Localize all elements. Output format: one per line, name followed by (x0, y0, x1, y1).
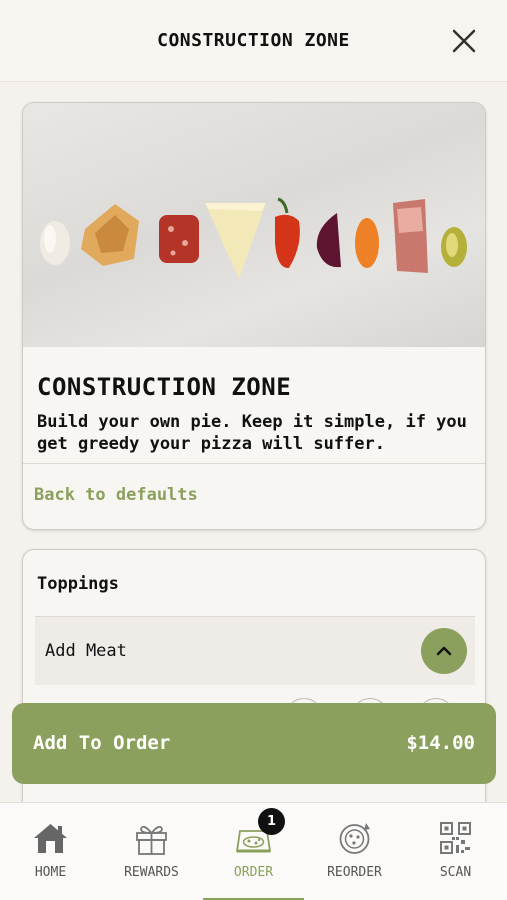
toppings-heading: Toppings (37, 574, 119, 594)
tab-order[interactable]: ORDER (203, 803, 304, 900)
tab-rewards-label: REWARDS (124, 865, 179, 880)
add-to-order-button[interactable]: Add To Order $14.00 (12, 703, 496, 784)
chevron-up-icon (436, 646, 452, 656)
product-card: CONSTRUCTION ZONE Build your own pie. Ke… (22, 102, 486, 530)
tab-order-label: ORDER (233, 865, 274, 880)
tab-home-label: HOME (34, 865, 67, 880)
product-title: CONSTRUCTION ZONE (37, 373, 292, 401)
tab-scan[interactable]: SCAN (405, 803, 506, 900)
tab-reorder-label: REORDER (327, 865, 382, 880)
qr-code-icon (440, 822, 471, 854)
tab-reorder[interactable]: REORDER (304, 803, 405, 900)
tab-home[interactable]: HOME (0, 803, 101, 900)
add-meat-accordion[interactable]: Add Meat (35, 617, 475, 685)
gift-icon (136, 825, 167, 855)
close-button[interactable] (449, 26, 479, 56)
page-title: CONSTRUCTION ZONE (157, 30, 350, 51)
reorder-icon (339, 823, 370, 854)
order-price: $14.00 (406, 732, 475, 754)
header: CONSTRUCTION ZONE (0, 0, 507, 82)
product-description: Build your own pie. Keep it simple, if y… (37, 412, 467, 454)
tab-rewards[interactable]: REWARDS (101, 803, 202, 900)
divider (23, 463, 485, 464)
add-meat-label: Add Meat (45, 641, 127, 661)
collapse-button[interactable] (421, 628, 467, 674)
close-icon (452, 29, 476, 53)
bottom-tab-bar: HOME REWARDS ORDER REORDER SCAN (0, 802, 507, 900)
back-to-defaults-link[interactable]: Back to defaults (34, 485, 198, 505)
tab-scan-label: SCAN (439, 865, 472, 880)
ingredients-image (23, 103, 485, 347)
add-to-order-label: Add To Order (33, 732, 171, 754)
home-icon (34, 824, 67, 853)
cart-count-badge: 1 (258, 808, 285, 835)
